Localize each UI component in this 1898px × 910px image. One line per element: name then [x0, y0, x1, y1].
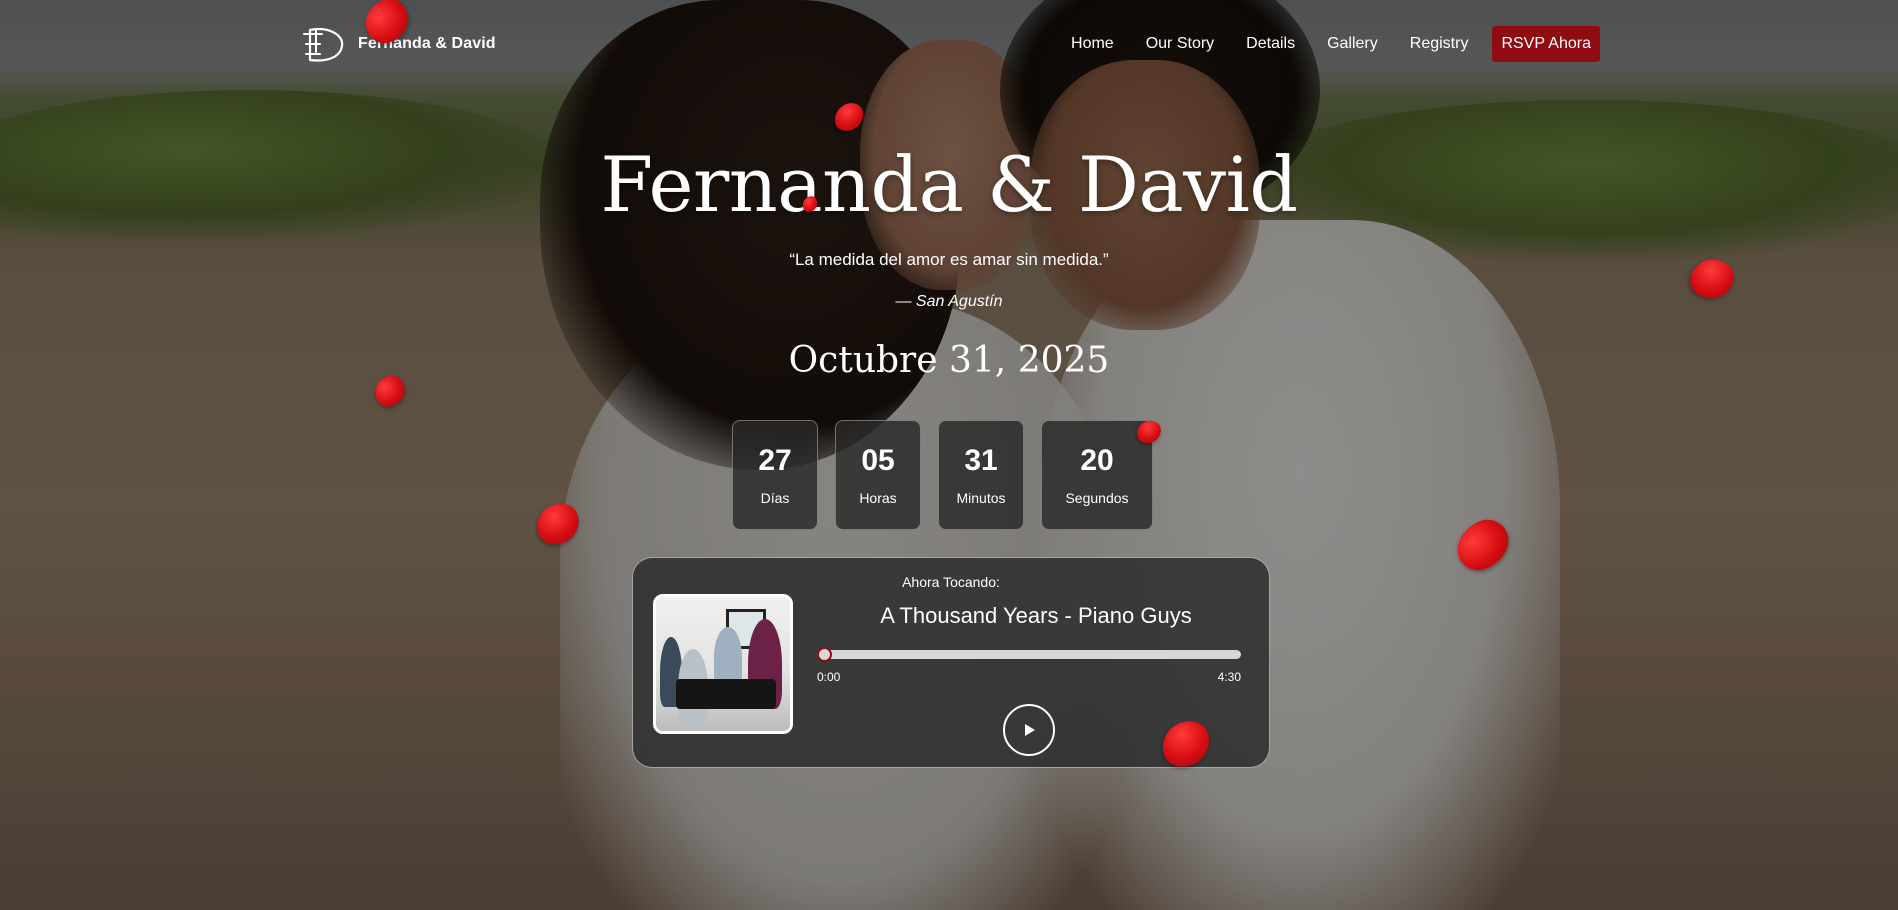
wedding-date: Octubre 31, 2025 [788, 340, 1110, 381]
nav-details[interactable]: Details [1246, 35, 1295, 53]
nav-gallery[interactable]: Gallery [1327, 35, 1378, 53]
countdown-seconds-label: Segundos [1065, 490, 1129, 506]
rsvp-button[interactable]: RSVP Ahora [1492, 26, 1600, 62]
countdown-minutes-label: Minutos [956, 490, 1006, 506]
countdown-days-label: Días [760, 490, 790, 506]
play-icon [1025, 724, 1035, 736]
hero-quote: “La medida del amor es amar sin medida.” [789, 250, 1109, 269]
countdown-minutes: 31 Minutos [938, 420, 1024, 530]
countdown-hours-label: Horas [859, 490, 897, 506]
progress-thumb[interactable] [817, 647, 832, 662]
hero-title: Fernanda & David [600, 140, 1298, 229]
nav-our-story[interactable]: Our Story [1146, 35, 1214, 53]
album-art-piano [676, 679, 776, 709]
countdown-hours: 05 Horas [835, 420, 921, 530]
countdown-hours-value: 05 [861, 444, 895, 477]
fd-monogram-icon [303, 28, 344, 62]
navbar: Fernanda & David Home Our Story Details … [0, 0, 1898, 88]
countdown-days-value: 27 [758, 444, 792, 477]
hero-attribution: — San Agustín [895, 293, 1003, 310]
countdown-days: 27 Días [732, 420, 818, 530]
countdown-minutes-value: 31 [964, 444, 998, 477]
track-title: A Thousand Years - Piano Guys [880, 603, 1192, 628]
album-art [653, 594, 793, 734]
current-time: 0:00 [817, 670, 841, 684]
album-art-person-3 [714, 627, 742, 687]
total-time: 4:30 [1217, 670, 1241, 684]
play-button[interactable] [1003, 704, 1055, 756]
countdown: 27 Días 05 Horas 31 Minutos 20 Segundos [732, 420, 1153, 530]
progress-bar[interactable] [817, 647, 1241, 662]
nav-registry[interactable]: Registry [1410, 35, 1469, 53]
now-playing-heading: Ahora Tocando: [902, 574, 1000, 590]
nav-links: Home Our Story Details Gallery Registry … [1039, 26, 1600, 62]
countdown-seconds-value: 20 [1080, 444, 1114, 477]
nav-home[interactable]: Home [1071, 35, 1114, 53]
